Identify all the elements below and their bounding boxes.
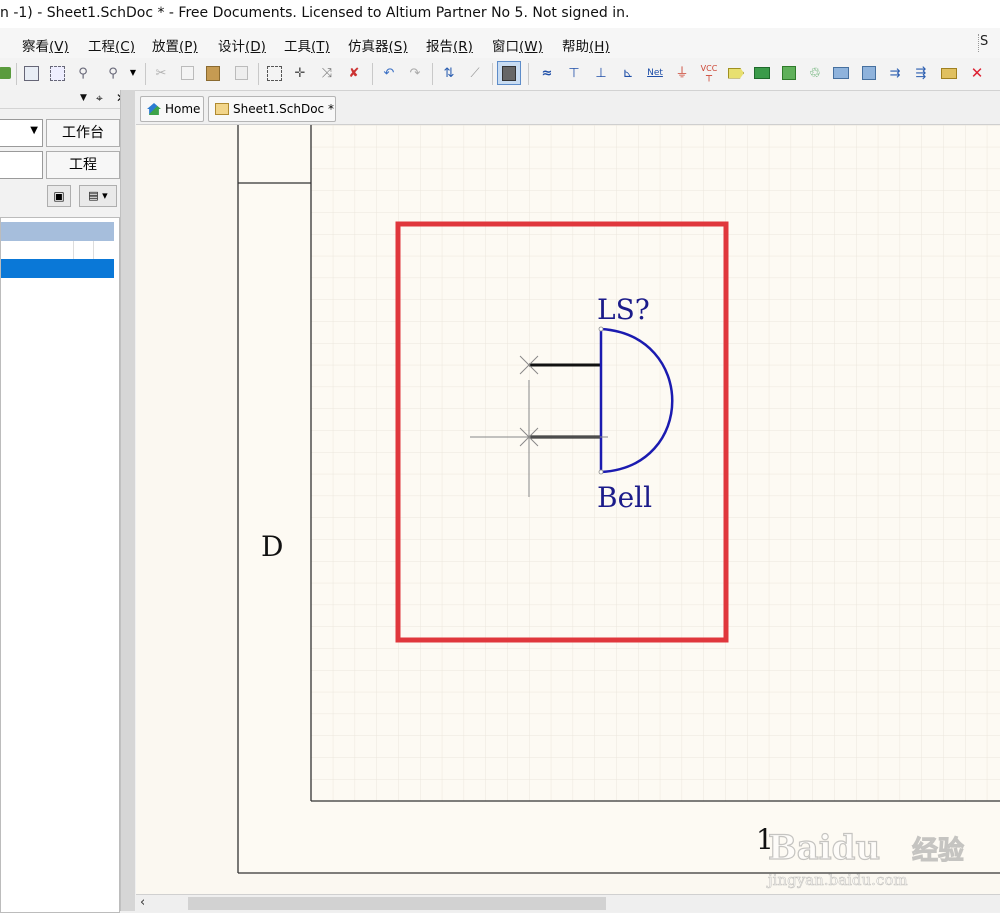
menu-item-project[interactable]: 工程(C) [88, 35, 135, 55]
panel-icon-row: ▣ ▤ ▾ [0, 183, 120, 209]
toolbar-separator [16, 63, 17, 85]
port-place-icon[interactable]: ⇉ [886, 64, 904, 82]
scroll-left-icon[interactable]: ‹ [140, 895, 145, 910]
harness-icon[interactable]: ⊾ [619, 64, 637, 82]
copy-icon[interactable] [178, 64, 196, 82]
undo-icon[interactable]: ↶ [380, 64, 398, 82]
home-icon [147, 103, 161, 115]
baidu-watermark: Baidu 经验 jingyan.baidu.com [766, 827, 965, 889]
workspace-combo[interactable]: ▼ [0, 119, 43, 147]
watermark-url: jingyan.baidu.com [766, 871, 908, 889]
zoom-fit-icon[interactable] [22, 64, 40, 82]
paste-icon[interactable] [204, 64, 222, 82]
cut-icon[interactable]: ✂ [152, 64, 170, 82]
menu-item-tools[interactable]: 工具(T) [284, 35, 330, 55]
parameter-icon[interactable] [940, 64, 958, 82]
menu-item-simulator[interactable]: 仿真器(S) [348, 35, 408, 55]
chevron-down-icon[interactable]: ▼ [124, 64, 142, 82]
toolbar: ⚲ ⚲ ▼ ✂ ✛ ⤨ ✘ ↶ ↷ ⇅ ⟋ ≈ ⊤ ⊥ ⊾ Net ⏚ VCC ┬… [0, 58, 1000, 91]
panel-header: ▼ ⌖ ✕ [0, 90, 134, 109]
clear-filter-icon[interactable]: ✘ [345, 64, 363, 82]
zoom-dropdown-icon[interactable]: ⚲ [104, 64, 122, 82]
scrollbar-thumb[interactable] [188, 897, 606, 910]
view-options-icon[interactable]: ▤ ▾ [79, 185, 117, 207]
schematic-drawing: D 1 LS? Bell Baidu 经验 jingyan.baidu.com [237, 125, 1000, 889]
project-button[interactable]: 工程 [46, 151, 120, 179]
no-erc-icon[interactable]: ✕ [968, 64, 986, 82]
menu-item-reports[interactable]: 报告(R) [426, 35, 473, 55]
project-tree[interactable] [0, 217, 120, 913]
sheet-symbol-icon[interactable] [780, 64, 798, 82]
toolbar-separator [258, 63, 259, 85]
move-icon[interactable]: ✛ [291, 64, 309, 82]
watermark-cn: 经验 [912, 835, 964, 866]
component-comment: Bell [597, 481, 652, 514]
chevron-down-icon: ▼ [30, 125, 38, 136]
toolbar-separator [372, 63, 373, 85]
tab-sheet1[interactable]: Sheet1.SchDoc * [208, 96, 336, 122]
pin-icon[interactable]: ⌖ [96, 91, 103, 106]
offsheet-icon[interactable]: ⇶ [912, 64, 930, 82]
part-icon[interactable] [753, 64, 771, 82]
redo-icon[interactable]: ↷ [406, 64, 424, 82]
toolbar-separator [145, 63, 146, 85]
open-icon[interactable] [0, 64, 14, 82]
harness-entry-icon[interactable] [860, 64, 878, 82]
cross-probe-icon[interactable]: ⟋ [466, 64, 484, 82]
title-bar: n -1) - Sheet1.SchDoc * - Free Documents… [0, 0, 1000, 29]
project-options-icon[interactable]: ▣ [47, 185, 71, 207]
toolbar-separator [492, 63, 493, 85]
rubber-stamp-icon[interactable] [232, 64, 250, 82]
menu-item-design[interactable]: 设计(D) [218, 35, 266, 55]
project-field[interactable] [0, 151, 43, 179]
sheet-entry-icon[interactable]: ♲ [806, 64, 824, 82]
deselect-icon[interactable]: ⤨ [318, 64, 336, 82]
zone-row-label: D [261, 530, 283, 563]
menu-item-help[interactable]: 帮助(H) [562, 35, 610, 55]
tree-row-selected[interactable] [1, 259, 114, 278]
schematic-doc-icon [215, 103, 229, 115]
tab-home[interactable]: Home [140, 96, 204, 122]
bus-icon[interactable]: ≈ [538, 64, 556, 82]
document-tab-bar: Home Sheet1.SchDoc * [136, 92, 1000, 125]
window-title: n -1) - Sheet1.SchDoc * - Free Documents… [0, 5, 630, 21]
toolbar-separator [528, 63, 529, 85]
bus-entry-icon[interactable]: ⊤ [565, 64, 583, 82]
menu-bar: l 察看(V) 工程(C) 放置(P) 设计(D) 工具(T) 仿真器(S) 报… [0, 28, 1000, 59]
menu-item-window[interactable]: 窗口(W) [492, 35, 543, 55]
port-icon[interactable] [727, 64, 745, 82]
menu-right-partial: S [980, 34, 989, 49]
component-designator: LS? [597, 293, 650, 326]
browse-library-icon[interactable] [497, 61, 521, 85]
panel-menu-icon[interactable]: ▼ [80, 93, 87, 103]
workspace-button[interactable]: 工作台 [46, 119, 120, 147]
horizontal-scrollbar[interactable]: ‹ [136, 894, 1000, 912]
menu-item-place[interactable]: 放置(P) [152, 35, 198, 55]
net-label-icon[interactable]: Net [642, 64, 668, 82]
vcc-port-icon[interactable]: VCC ┬ [697, 64, 721, 82]
tree-header-row [1, 222, 114, 241]
select-area-icon[interactable] [265, 64, 283, 82]
watermark-brand: Baidu [768, 828, 880, 868]
panel-splitter[interactable] [120, 90, 135, 911]
hierarchy-icon[interactable]: ⇅ [440, 64, 458, 82]
projects-panel: ▼ ⌖ ✕ ▼ 工作台 工程 ▣ ▤ ▾ [0, 90, 134, 913]
zoom-area-icon[interactable] [48, 64, 66, 82]
gnd-port-icon[interactable]: ⏚ [673, 64, 691, 82]
toolbar-separator [432, 63, 433, 85]
menu-item-view[interactable]: 察看(V) [22, 35, 69, 55]
wire-icon[interactable]: ⊥ [592, 64, 610, 82]
tree-row[interactable] [1, 241, 114, 259]
zoom-selected-icon[interactable]: ⚲ [74, 64, 92, 82]
schematic-canvas[interactable]: D 1 LS? Bell Baidu 经验 jingyan.baidu.com [136, 125, 1000, 894]
device-sheet-icon[interactable] [832, 64, 850, 82]
